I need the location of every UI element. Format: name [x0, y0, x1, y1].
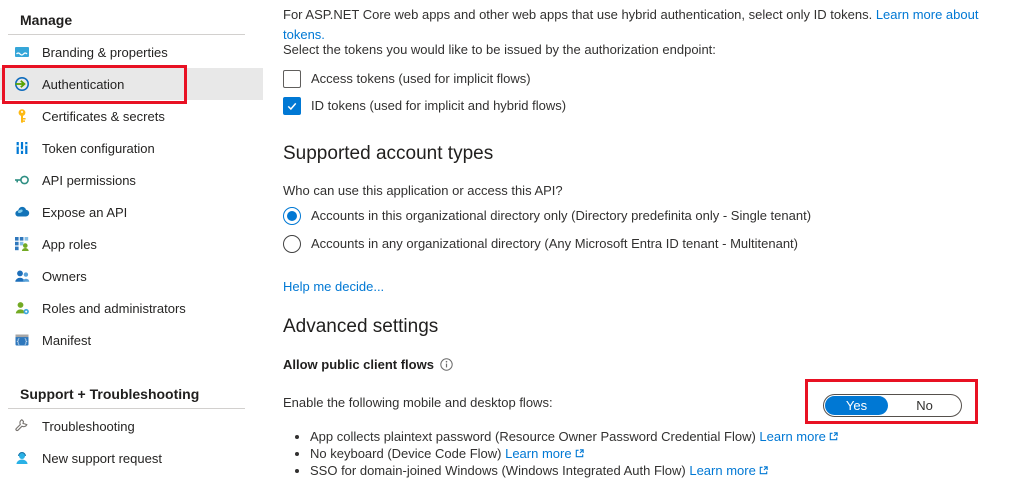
checkbox-label: ID tokens (used for implicit and hybrid …	[311, 98, 566, 113]
expose-api-icon	[14, 204, 30, 220]
sidebar-section-manage: Manage Branding & properties Authenticat…	[0, 0, 263, 356]
list-item: SSO for domain-joined Windows (Windows I…	[310, 462, 839, 479]
sidebar-item-new-support-request[interactable]: New support request	[0, 442, 263, 474]
external-link-icon	[574, 448, 585, 459]
manifest-icon: { }	[14, 332, 30, 348]
azure-app-registration-authentication-page: { "colors": { "accent_blue": "#0078d4", …	[0, 0, 1016, 495]
help-me-decide-link[interactable]: Help me decide...	[283, 279, 384, 294]
sidebar-item-label: Token configuration	[42, 141, 155, 156]
sidebar-items: Branding & properties Authentication Cer…	[0, 36, 263, 356]
id-tokens-row: ID tokens (used for implicit and hybrid …	[283, 96, 566, 115]
radio-label: Accounts in any organizational directory…	[311, 236, 798, 251]
public-client-flows-toggle[interactable]: Yes No	[823, 394, 962, 417]
sidebar-items: Troubleshooting New support request	[0, 410, 263, 474]
token-prompt: Select the tokens you would like to be i…	[283, 42, 716, 57]
learn-more-link[interactable]: Learn more	[505, 446, 571, 461]
flow-text: App collects plaintext password (Resourc…	[310, 429, 756, 444]
supported-account-types-heading: Supported account types	[283, 143, 493, 165]
sidebar-item-label: Certificates & secrets	[42, 109, 165, 124]
learn-more-link[interactable]: Learn more	[759, 429, 825, 444]
flow-text: No keyboard (Device Code Flow)	[310, 446, 501, 461]
owners-icon	[14, 268, 30, 284]
flows-list: App collects plaintext password (Resourc…	[283, 428, 839, 479]
radio-label: Accounts in this organizational director…	[311, 208, 811, 223]
list-item: App collects plaintext password (Resourc…	[310, 428, 839, 445]
sidebar: Manage Branding & properties Authenticat…	[0, 0, 263, 495]
enable-flows-label: Enable the following mobile and desktop …	[283, 395, 553, 410]
intro-text: For ASP.NET Core web apps and other web …	[283, 7, 872, 22]
api-permissions-icon	[14, 172, 30, 188]
sidebar-item-label: Authentication	[42, 77, 124, 92]
sidebar-item-expose-an-api[interactable]: Expose an API	[0, 196, 263, 228]
intro-paragraph: For ASP.NET Core web apps and other web …	[283, 5, 995, 45]
sidebar-item-label: Expose an API	[42, 205, 127, 220]
checkbox-label: Access tokens (used for implicit flows)	[311, 71, 531, 86]
single-tenant-option-row: Accounts in this organizational director…	[283, 206, 811, 225]
divider	[8, 408, 245, 409]
access-tokens-checkbox[interactable]	[283, 70, 301, 88]
sidebar-item-manifest[interactable]: { } Manifest	[0, 324, 263, 356]
sidebar-item-label: API permissions	[42, 173, 136, 188]
account-types-question: Who can use this application or access t…	[283, 183, 563, 198]
allow-public-client-flows-label: Allow public client flows	[283, 357, 453, 372]
token-configuration-icon	[14, 140, 30, 156]
list-item: No keyboard (Device Code Flow) Learn mor…	[310, 445, 839, 462]
roles-administrators-icon	[14, 300, 30, 316]
sidebar-item-token-configuration[interactable]: Token configuration	[0, 132, 263, 164]
troubleshooting-icon	[14, 418, 30, 434]
sidebar-item-troubleshooting[interactable]: Troubleshooting	[0, 410, 263, 442]
sidebar-heading-manage: Manage	[0, 0, 263, 29]
multitenant-option-row: Accounts in any organizational directory…	[283, 234, 798, 253]
learn-more-link[interactable]: Learn more	[689, 463, 755, 478]
sidebar-item-label: Owners	[42, 269, 87, 284]
single-tenant-radio[interactable]	[283, 207, 301, 225]
allow-public-client-flows-text: Allow public client flows	[283, 357, 434, 372]
external-link-icon	[828, 431, 839, 442]
info-icon[interactable]	[440, 358, 453, 371]
sidebar-item-app-roles[interactable]: App roles	[0, 228, 263, 260]
toggle-no-option[interactable]: No	[888, 398, 961, 413]
checkmark-icon	[286, 100, 298, 112]
svg-text:{ }: { }	[16, 338, 28, 346]
divider	[8, 34, 245, 35]
sidebar-item-owners[interactable]: Owners	[0, 260, 263, 292]
access-tokens-row: Access tokens (used for implicit flows)	[283, 69, 531, 88]
branding-icon	[14, 44, 30, 60]
multitenant-radio[interactable]	[283, 235, 301, 253]
authentication-icon	[14, 76, 30, 92]
support-request-icon	[14, 450, 30, 466]
sidebar-section-support: Support + Troubleshooting Troubleshootin…	[0, 374, 263, 474]
certificates-icon	[14, 108, 30, 124]
sidebar-item-label: New support request	[42, 451, 162, 466]
sidebar-heading-support: Support + Troubleshooting	[0, 374, 263, 403]
sidebar-item-roles-and-administrators[interactable]: Roles and administrators	[0, 292, 263, 324]
toggle-yes-option[interactable]: Yes	[825, 396, 888, 415]
sidebar-item-api-permissions[interactable]: API permissions	[0, 164, 263, 196]
sidebar-item-branding-properties[interactable]: Branding & properties	[0, 36, 263, 68]
sidebar-item-label: Roles and administrators	[42, 301, 186, 316]
sidebar-item-certificates-secrets[interactable]: Certificates & secrets	[0, 100, 263, 132]
sidebar-item-label: App roles	[42, 237, 97, 252]
id-tokens-checkbox[interactable]	[283, 97, 301, 115]
external-link-icon	[758, 465, 769, 476]
sidebar-item-label: Troubleshooting	[42, 419, 135, 434]
main-content: For ASP.NET Core web apps and other web …	[283, 0, 1016, 495]
sidebar-item-label: Branding & properties	[42, 45, 168, 60]
app-roles-icon	[14, 236, 30, 252]
advanced-settings-heading: Advanced settings	[283, 316, 438, 338]
flow-text: SSO for domain-joined Windows (Windows I…	[310, 463, 686, 478]
sidebar-item-authentication[interactable]: Authentication	[0, 68, 263, 100]
sidebar-item-label: Manifest	[42, 333, 91, 348]
